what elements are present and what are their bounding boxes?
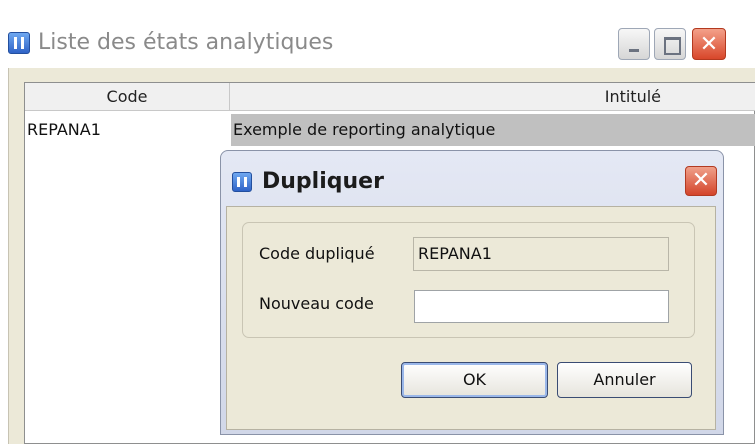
cancel-button[interactable]: Annuler bbox=[557, 362, 692, 398]
close-icon: ✕ bbox=[699, 32, 719, 57]
minimize-button[interactable] bbox=[618, 28, 650, 60]
app-window-icon bbox=[8, 32, 30, 54]
minimize-icon bbox=[629, 49, 639, 52]
dialog-window-icon bbox=[232, 172, 252, 192]
column-header-code[interactable]: Code bbox=[25, 83, 230, 111]
maximize-icon bbox=[664, 37, 681, 55]
row-selection-highlight bbox=[667, 114, 755, 146]
nouveau-code-input[interactable] bbox=[414, 290, 669, 323]
code-duplique-label: Code dupliqué bbox=[259, 244, 375, 263]
column-header-intitule[interactable]: Intitulé bbox=[231, 83, 667, 111]
ok-button[interactable]: OK bbox=[401, 362, 548, 398]
row-code-cell[interactable]: REPANA1 bbox=[25, 114, 230, 146]
code-duplique-field: REPANA1 bbox=[413, 237, 669, 271]
main-window-title: Liste des états analytiques bbox=[38, 30, 334, 55]
nouveau-code-label: Nouveau code bbox=[259, 294, 374, 313]
maximize-button[interactable] bbox=[654, 28, 686, 60]
row-intitule-cell[interactable]: Exemple de reporting analytique bbox=[231, 114, 667, 146]
dialog-title: Dupliquer bbox=[262, 169, 384, 194]
close-window-button[interactable]: ✕ bbox=[692, 28, 726, 60]
close-icon: ✕ bbox=[691, 168, 711, 193]
dialog-close-button[interactable]: ✕ bbox=[685, 166, 717, 196]
